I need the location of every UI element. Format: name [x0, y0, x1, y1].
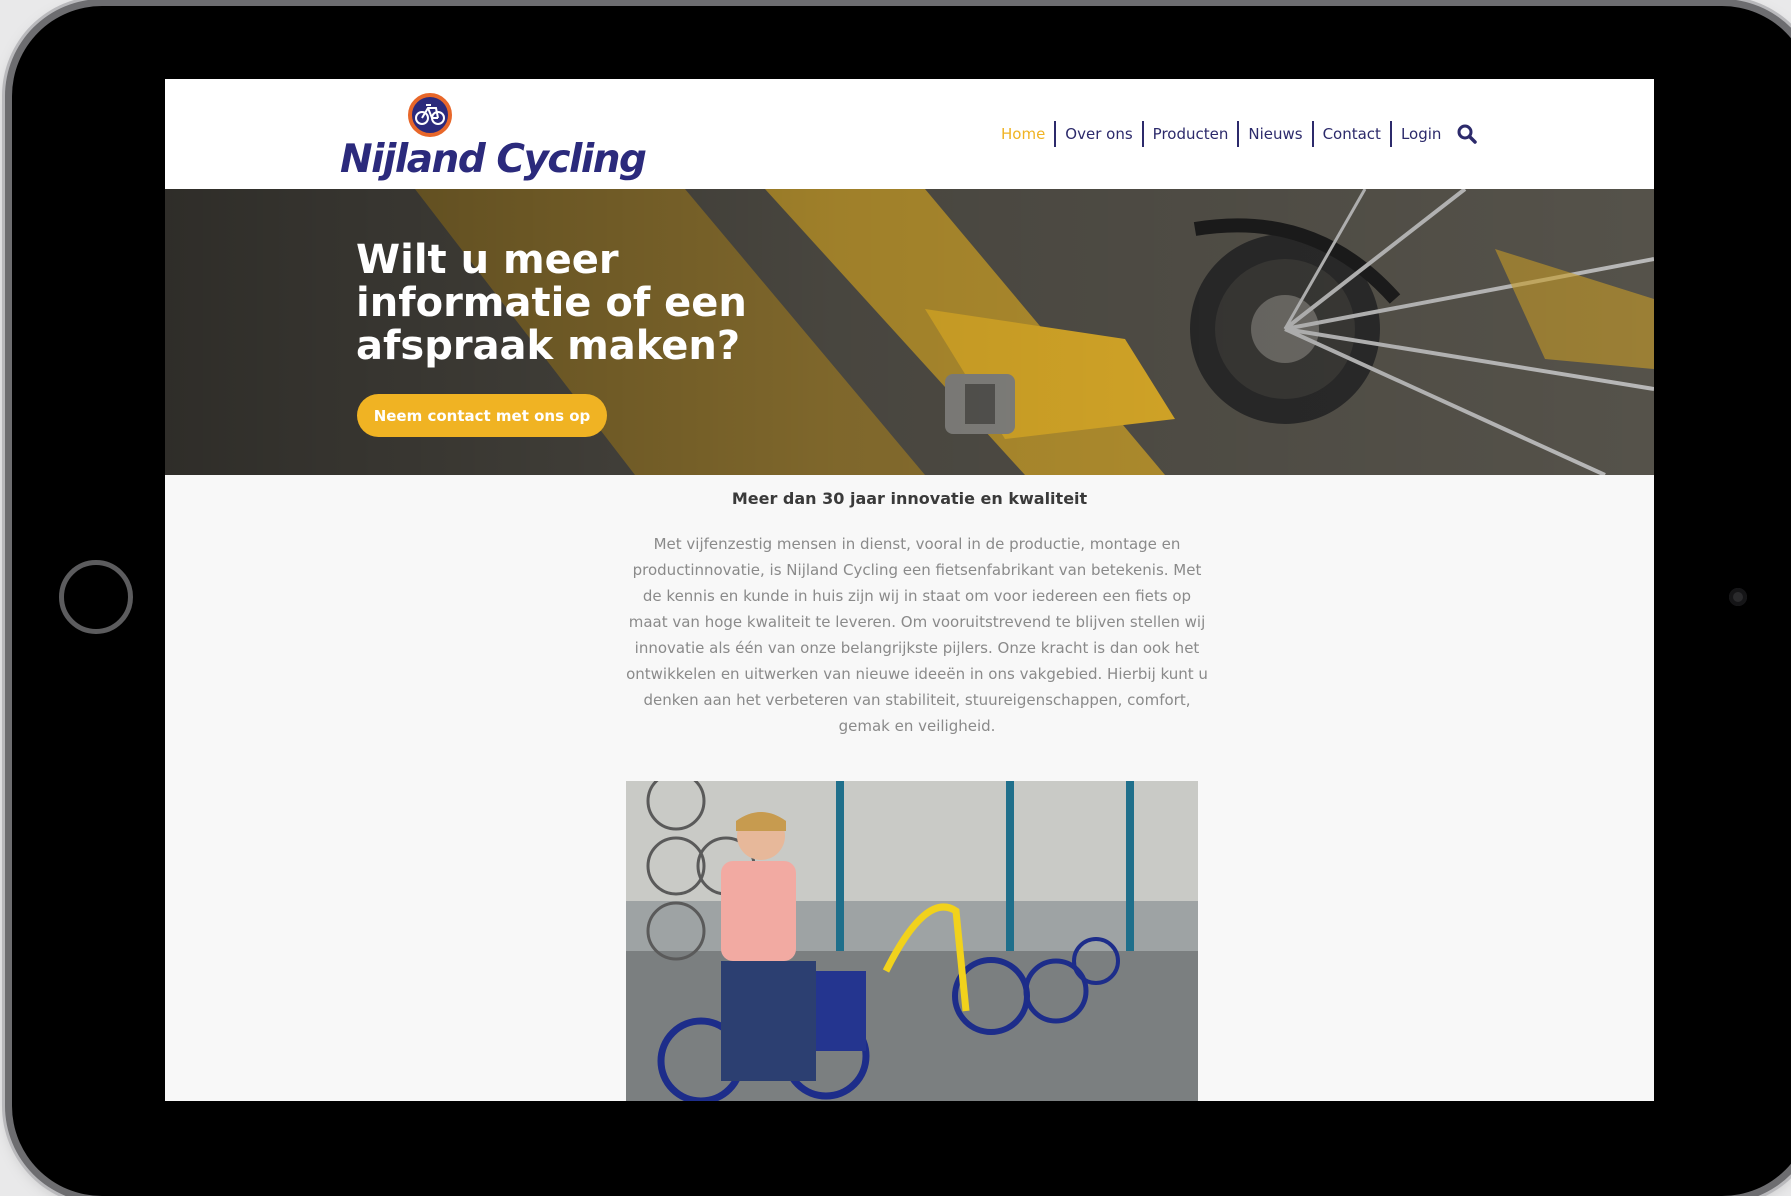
search-icon[interactable] — [1456, 123, 1478, 145]
hero-title: Wilt u meer informatie of een afspraak m… — [356, 237, 747, 369]
nav-home[interactable]: Home — [992, 121, 1054, 147]
main-content: Meer dan 30 jaar innovatie en kwaliteit … — [165, 475, 1654, 1101]
hero-banner: Wilt u meer informatie of een afspraak m… — [165, 189, 1654, 475]
nav-contact[interactable]: Contact — [1311, 121, 1390, 147]
factory-photo-image — [626, 781, 1198, 1101]
bicycle-logo-icon — [408, 93, 452, 137]
nav-login[interactable]: Login — [1389, 121, 1450, 147]
section-title: Meer dan 30 jaar innovatie en kwaliteit — [731, 489, 1088, 508]
main-nav: Home Over ons Producten Nieuws Contact L… — [992, 121, 1478, 147]
contact-button[interactable]: Neem contact met ons op — [357, 394, 607, 437]
site-header: Nijland Cycling Home Over ons Producten … — [165, 79, 1654, 189]
factory-photo — [626, 781, 1198, 1101]
tablet-camera — [1729, 588, 1747, 606]
website-screen: Nijland Cycling Home Over ons Producten … — [165, 79, 1654, 1101]
nav-nieuws[interactable]: Nieuws — [1237, 121, 1311, 147]
logo-wordmark: Nijland Cycling — [340, 137, 647, 182]
logo[interactable]: Nijland Cycling — [340, 93, 647, 185]
nav-producten[interactable]: Producten — [1141, 121, 1238, 147]
tablet-home-button — [59, 560, 133, 634]
section-body: Met vijfenzestig mensen in dienst, voora… — [626, 535, 1208, 735]
nav-over-ons[interactable]: Over ons — [1054, 121, 1141, 147]
